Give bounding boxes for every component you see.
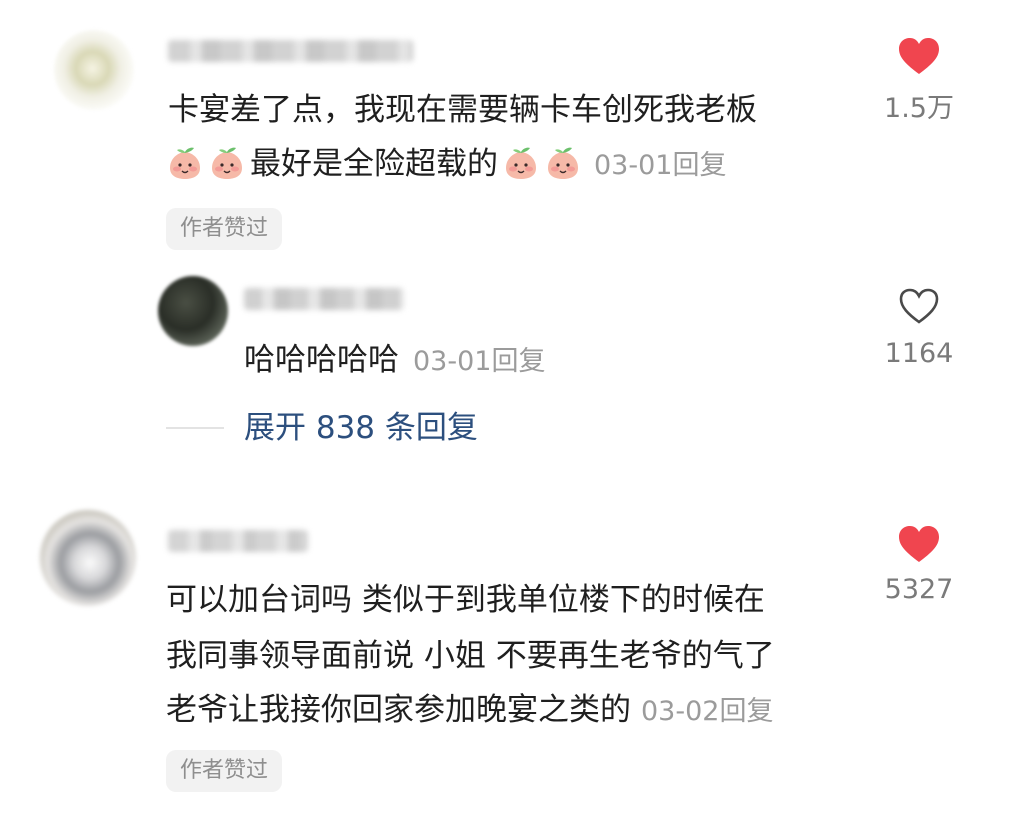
heart-filled-icon[interactable] — [874, 524, 964, 564]
author-liked-badge: 作者赞过 — [166, 208, 283, 250]
comment-text-line: 老爷让我接你回家参加晚宴之类的 03-02回复 — [166, 682, 773, 740]
expand-replies-link[interactable]: 展开 838 条回复 — [244, 406, 478, 450]
like-count: 1164 — [884, 338, 954, 369]
author-liked-badge: 作者赞过 — [166, 750, 283, 792]
like-count: 1.5万 — [884, 93, 954, 124]
like-control[interactable]: 5327 — [874, 524, 964, 605]
comment-text-line: 可以加台词吗 类似于到我单位楼下的时候在 — [166, 582, 765, 618]
comment-text-line: 我同事领导面前说 小姐 不要再生老爷的气了 — [166, 638, 775, 674]
comment-text-line: 卡宴差了点，我现在需要辆卡车创死我老板 — [168, 92, 757, 128]
commenter-name-blurred[interactable] — [168, 40, 413, 62]
comment-text-fragment: 老爷让我接你回家参加晚宴之类的 — [166, 692, 631, 728]
reply-date: 03-01 — [413, 346, 492, 377]
peach-face-emoji-icon — [208, 144, 246, 182]
replier-name-blurred[interactable] — [244, 288, 404, 310]
reply-button[interactable]: 回复 — [491, 346, 545, 377]
comment-text-fragment: 最好是全险超载的 — [250, 146, 498, 182]
reply-text: 哈哈哈哈哈 — [244, 342, 399, 378]
comment-date: 03-02 — [641, 696, 720, 727]
like-control[interactable]: 1.5万 — [874, 36, 964, 125]
peach-face-emoji-icon — [502, 144, 540, 182]
commenter-avatar[interactable] — [40, 510, 136, 606]
like-control[interactable]: 1164 — [874, 286, 964, 369]
expand-divider — [166, 427, 224, 429]
reply-button[interactable]: 回复 — [719, 696, 773, 727]
heart-filled-icon[interactable] — [874, 36, 964, 76]
commenter-name-blurred[interactable] — [168, 530, 308, 552]
peach-face-emoji-icon — [544, 144, 582, 182]
heart-outline-icon[interactable] — [874, 286, 964, 326]
reply-button[interactable]: 回复 — [672, 150, 726, 181]
peach-face-emoji-icon — [166, 144, 204, 182]
comment-text-line-2: 最好是全险超载的 03-01回复 — [166, 136, 726, 194]
commenter-avatar[interactable] — [54, 30, 134, 110]
reply-text-line: 哈哈哈哈哈 03-01回复 — [244, 332, 545, 390]
comment-date: 03-01 — [594, 150, 673, 181]
like-count: 5327 — [884, 574, 954, 605]
replier-avatar[interactable] — [158, 276, 228, 346]
